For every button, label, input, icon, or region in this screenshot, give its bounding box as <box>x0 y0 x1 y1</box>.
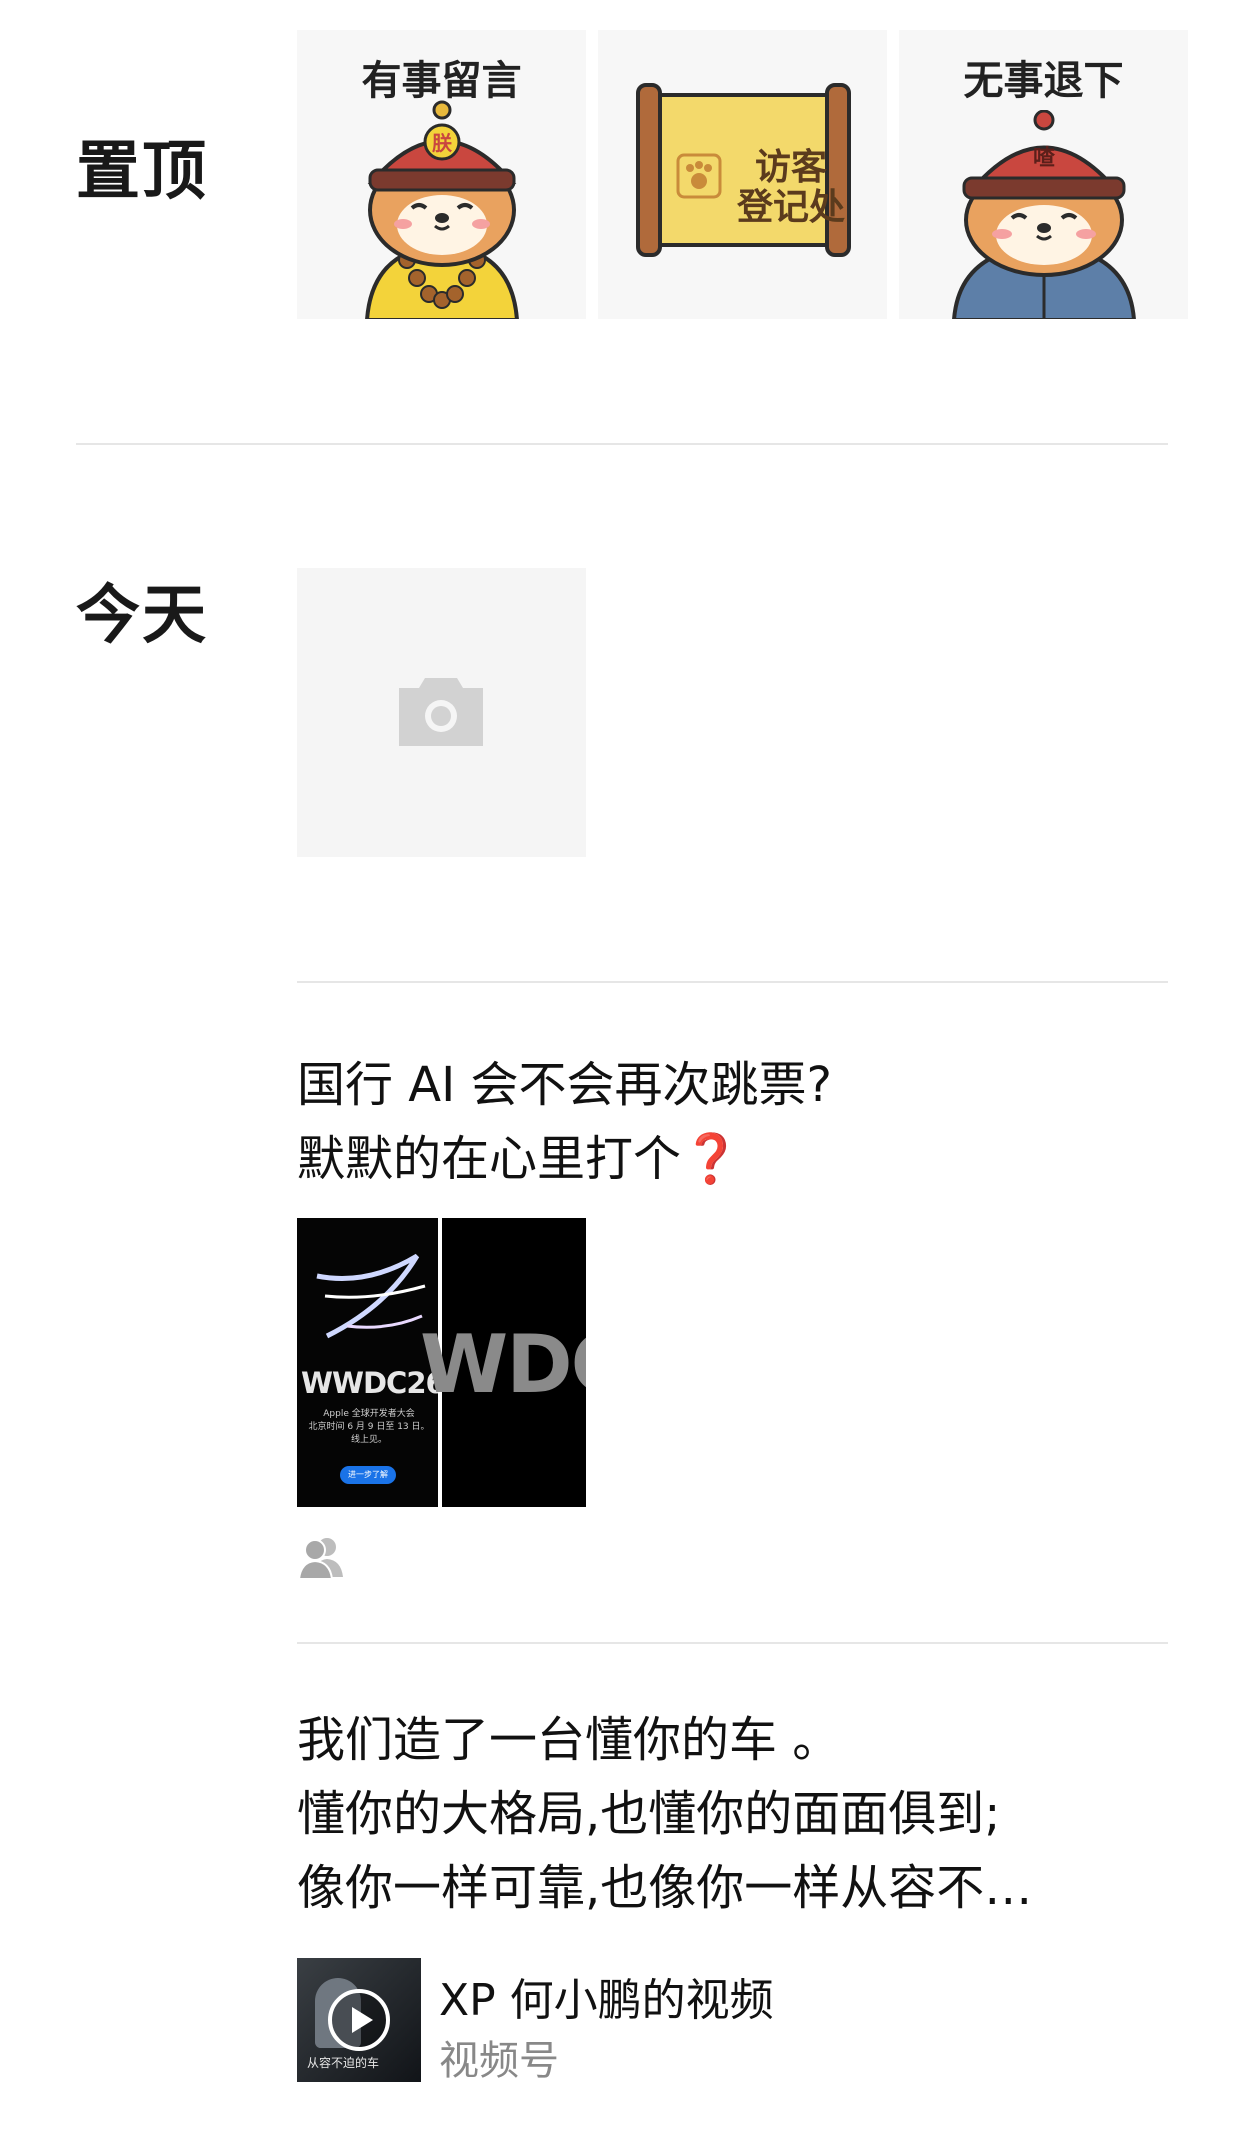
pinned-item-3[interactable]: 无事退下 喳 <box>899 30 1188 319</box>
sticker-caption: 访客 登记处 <box>736 147 845 228</box>
learn-more-button: 进一步了解 <box>340 1466 396 1484</box>
image-caption: Apple 全球开发者大会 北京时间 6 月 9 日至 13 日。 线上见。 <box>308 1409 430 1445</box>
sticker-badge: 喳 <box>1033 145 1056 171</box>
play-icon <box>328 1989 390 2051</box>
sticker-badge: 朕 <box>432 131 453 155</box>
pinned-item-1[interactable]: 有事留言 朕 <box>297 30 586 319</box>
question-emoji: ❓ <box>681 1131 741 1187</box>
thumb-caption: 从容不迫的车 <box>307 2056 380 2070</box>
section-divider <box>76 443 1168 445</box>
video-thumbnail: 从容不迫的车 <box>297 1958 421 2082</box>
video-card[interactable]: 从容不迫的车 XP 何小鹏的视频 视频号 <box>297 1958 1097 2086</box>
post-line: 我们造了一台懂你的车 。 <box>297 1712 841 1768</box>
post-image[interactable]: WWDC26 Apple 全球开发者大会 北京时间 6 月 9 日至 13 日。… <box>297 1218 586 1507</box>
video-source: 视频号 <box>439 2038 559 2084</box>
pinned-item-2[interactable]: 访客 登记处 <box>598 30 887 319</box>
post-line: 默默的在心里打个 <box>297 1131 682 1187</box>
section-label-today: 今天 <box>76 579 208 653</box>
video-title: XP 何小鹏的视频 <box>439 1975 774 2026</box>
image-left-panel: WWDC26 Apple 全球开发者大会 北京时间 6 月 9 日至 13 日。… <box>297 1218 446 1507</box>
post-line: 懂你的大格局,也懂你的面面俱到; <box>297 1786 1001 1842</box>
camera-icon <box>399 678 483 746</box>
sticker-caption: 无事退下 <box>963 58 1124 104</box>
swift-logo-icon <box>316 1253 426 1339</box>
section-label-pinned: 置顶 <box>76 135 208 209</box>
post-text[interactable]: 我们造了一台懂你的车 。 懂你的大格局,也懂你的面面俱到; 像你一样可靠,也像你… <box>297 1703 1032 1925</box>
image-right-text: WDC <box>420 1318 586 1411</box>
sticker-caption: 有事留言 <box>361 58 522 104</box>
add-photo-button[interactable] <box>297 568 586 857</box>
post-text[interactable]: 国行 AI 会不会再次跳票? 默默的在心里打个❓ <box>297 1048 832 1196</box>
image-right-panel: WDC <box>420 1218 586 1507</box>
post-line: 像你一样可靠,也像你一样从容不… <box>297 1860 1033 1916</box>
post-divider <box>297 981 1168 983</box>
post-divider <box>297 1642 1168 1644</box>
shiba-emperor-icon: 朕 <box>365 100 519 319</box>
friends-icon[interactable] <box>297 1535 347 1579</box>
post-line: 国行 AI 会不会再次跳票? <box>297 1057 832 1113</box>
shiba-eunuch-icon: 喳 <box>952 110 1136 319</box>
